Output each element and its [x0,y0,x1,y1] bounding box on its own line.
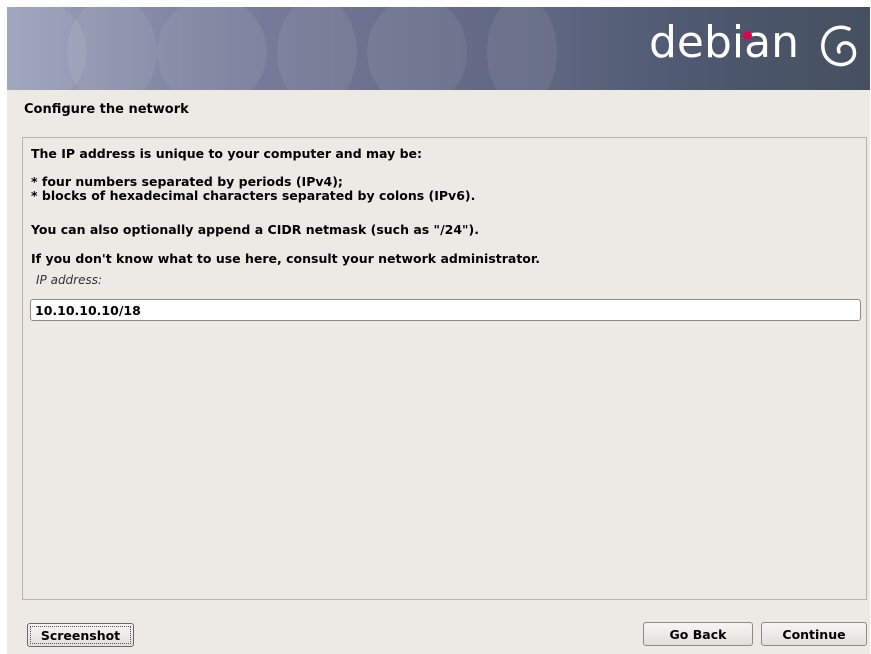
debian-logo-dot [743,31,752,40]
continue-button[interactable]: Continue [761,622,867,646]
page-title: Configure the network [24,102,189,117]
ip-address-label: IP address: [36,273,103,287]
description-bullet-ipv6: * blocks of hexadecimal characters separ… [31,188,476,203]
go-back-button[interactable]: Go Back [643,622,753,646]
description-cidr: You can also optionally append a CIDR ne… [31,222,479,237]
description-admin: If you don't know what to use here, cons… [31,251,541,266]
description-bullet-ipv4: * four numbers separated by periods (IPv… [31,174,343,189]
screenshot-button[interactable]: Screenshot [27,623,134,647]
content-frame [22,137,867,600]
ip-address-input[interactable] [30,299,861,321]
debian-banner: debian [7,7,870,90]
debian-swirl-icon [821,25,857,67]
description-intro: The IP address is unique to your compute… [31,146,422,161]
debian-logo-text: debian [649,17,800,68]
